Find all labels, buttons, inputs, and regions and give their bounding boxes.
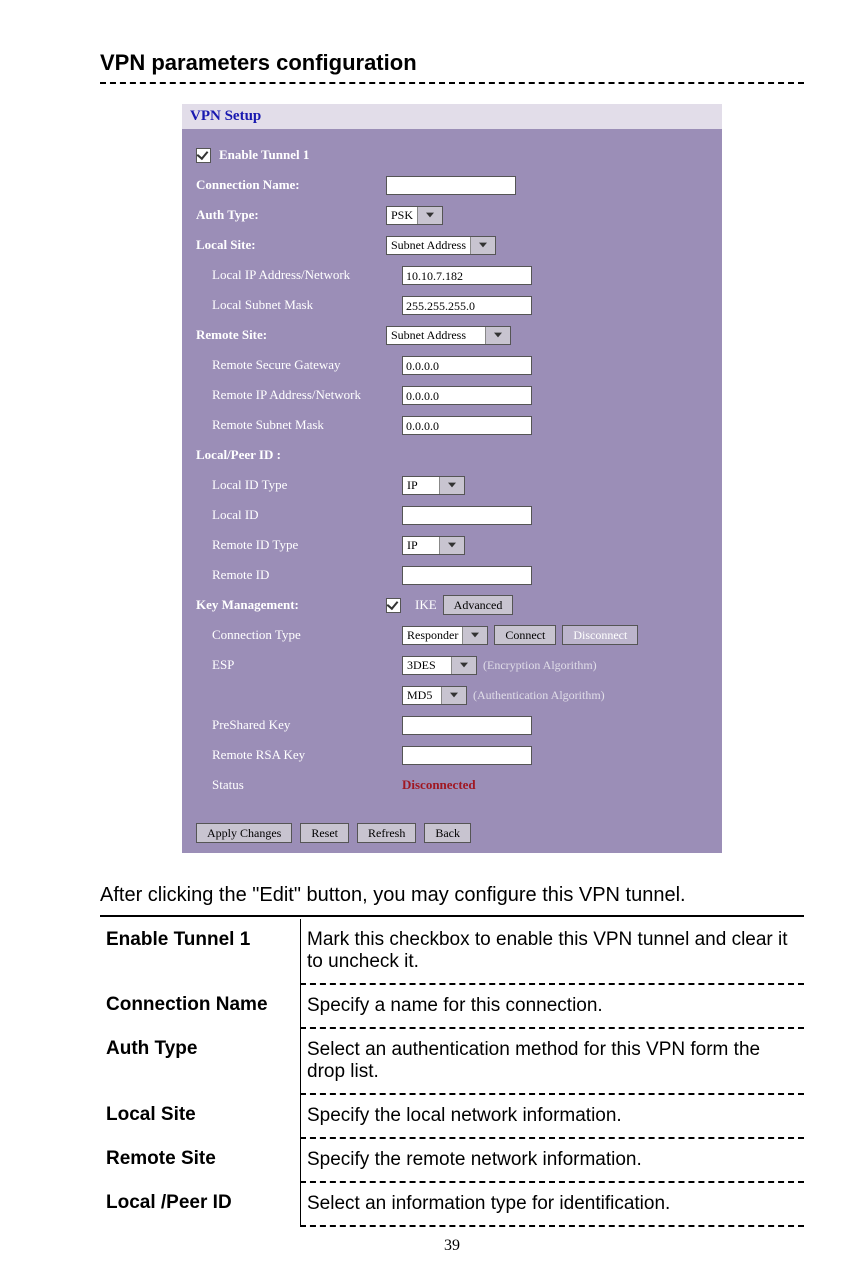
local-peer-id-head: Local/Peer ID : <box>196 447 386 463</box>
remote-rsa-input[interactable] <box>402 746 532 765</box>
key-mgmt-head: Key Management: <box>196 597 386 613</box>
param-name: Local Site <box>100 1094 301 1138</box>
apply-changes-button[interactable]: Apply Changes <box>196 823 292 843</box>
table-row: Local /Peer IDSelect an information type… <box>100 1182 804 1226</box>
local-mask-label: Local Subnet Mask <box>196 297 402 313</box>
chevron-down-icon <box>451 657 476 674</box>
chevron-down-icon <box>485 327 510 344</box>
remote-site-label: Remote Site: <box>196 327 386 343</box>
remote-id-type-label: Remote ID Type <box>196 537 402 553</box>
back-button[interactable]: Back <box>424 823 471 843</box>
table-row: Local SiteSpecify the local network info… <box>100 1094 804 1138</box>
connect-button[interactable]: Connect <box>494 625 556 645</box>
local-ip-label: Local IP Address/Network <box>196 267 402 283</box>
esp-label: ESP <box>196 657 402 673</box>
param-description: Mark this checkbox to enable this VPN tu… <box>301 919 805 984</box>
advanced-button[interactable]: Advanced <box>443 595 514 615</box>
local-id-type-label: Local ID Type <box>196 477 402 493</box>
remote-site-select[interactable]: Subnet Address <box>386 326 511 345</box>
param-description: Select an authentication method for this… <box>301 1028 805 1094</box>
status-value: Disconnected <box>402 777 476 793</box>
param-name: Local /Peer ID <box>100 1182 301 1226</box>
table-row: Enable Tunnel 1Mark this checkbox to ena… <box>100 919 804 984</box>
local-id-type-select[interactable]: IP <box>402 476 465 495</box>
table-row: Connection NameSpecify a name for this c… <box>100 984 804 1028</box>
enable-tunnel-label: Enable Tunnel 1 <box>219 147 309 163</box>
connection-type-label: Connection Type <box>196 627 402 643</box>
auth-type-select[interactable]: PSK <box>386 206 443 225</box>
caption-text: After clicking the "Edit" button, you ma… <box>100 878 804 917</box>
status-label: Status <box>196 777 402 793</box>
page-title: VPN parameters configuration <box>100 50 804 84</box>
remote-ip-label: Remote IP Address/Network <box>196 387 402 403</box>
param-description: Select an information type for identific… <box>301 1182 805 1226</box>
remote-id-type-select[interactable]: IP <box>402 536 465 555</box>
remote-id-label: Remote ID <box>196 567 402 583</box>
param-name: Remote Site <box>100 1138 301 1182</box>
preshared-key-input[interactable] <box>402 716 532 735</box>
local-id-input[interactable] <box>402 506 532 525</box>
local-site-label: Local Site: <box>196 237 386 253</box>
local-site-select[interactable]: Subnet Address <box>386 236 496 255</box>
local-mask-input[interactable]: 255.255.255.0 <box>402 296 532 315</box>
enable-tunnel-checkbox[interactable] <box>196 148 211 163</box>
remote-gateway-label: Remote Secure Gateway <box>196 357 402 373</box>
remote-id-input[interactable] <box>402 566 532 585</box>
remote-rsa-label: Remote RSA Key <box>196 747 402 763</box>
remote-mask-label: Remote Subnet Mask <box>196 417 402 433</box>
chevron-down-icon <box>441 687 466 704</box>
refresh-button[interactable]: Refresh <box>357 823 416 843</box>
panel-header: VPN Setup <box>182 104 722 129</box>
connection-name-label: Connection Name: <box>196 177 386 193</box>
page-number: 39 <box>100 1237 804 1255</box>
chevron-down-icon <box>439 477 464 494</box>
param-description: Specify a name for this connection. <box>301 984 805 1028</box>
param-description: Specify the local network information. <box>301 1094 805 1138</box>
ike-label: IKE <box>415 597 437 613</box>
local-id-label: Local ID <box>196 507 402 523</box>
disconnect-button[interactable]: Disconnect <box>562 625 638 645</box>
esp-enc-note: (Encryption Algorithm) <box>483 658 597 673</box>
param-name: Connection Name <box>100 984 301 1028</box>
auth-type-label: Auth Type: <box>196 207 386 223</box>
param-name: Enable Tunnel 1 <box>100 919 301 984</box>
remote-ip-input[interactable]: 0.0.0.0 <box>402 386 532 405</box>
local-ip-input[interactable]: 10.10.7.182 <box>402 266 532 285</box>
param-description: Specify the remote network information. <box>301 1138 805 1182</box>
esp-auth-select[interactable]: MD5 <box>402 686 467 705</box>
reset-button[interactable]: Reset <box>300 823 349 843</box>
preshared-key-label: PreShared Key <box>196 717 402 733</box>
connection-name-input[interactable] <box>386 176 516 195</box>
esp-enc-select[interactable]: 3DES <box>402 656 477 675</box>
ike-checkbox[interactable] <box>386 598 401 613</box>
connection-type-select[interactable]: Responder <box>402 626 488 645</box>
remote-mask-input[interactable]: 0.0.0.0 <box>402 416 532 435</box>
table-row: Auth TypeSelect an authentication method… <box>100 1028 804 1094</box>
param-name: Auth Type <box>100 1028 301 1094</box>
chevron-down-icon <box>417 207 442 224</box>
esp-auth-note: (Authentication Algorithm) <box>473 688 605 703</box>
table-row: Remote SiteSpecify the remote network in… <box>100 1138 804 1182</box>
vpn-setup-panel: VPN Setup Enable Tunnel 1 Connection Nam… <box>182 104 722 853</box>
remote-gateway-input[interactable]: 0.0.0.0 <box>402 356 532 375</box>
parameter-description-table: Enable Tunnel 1Mark this checkbox to ena… <box>100 919 804 1227</box>
chevron-down-icon <box>462 627 487 644</box>
chevron-down-icon <box>470 237 495 254</box>
chevron-down-icon <box>439 537 464 554</box>
